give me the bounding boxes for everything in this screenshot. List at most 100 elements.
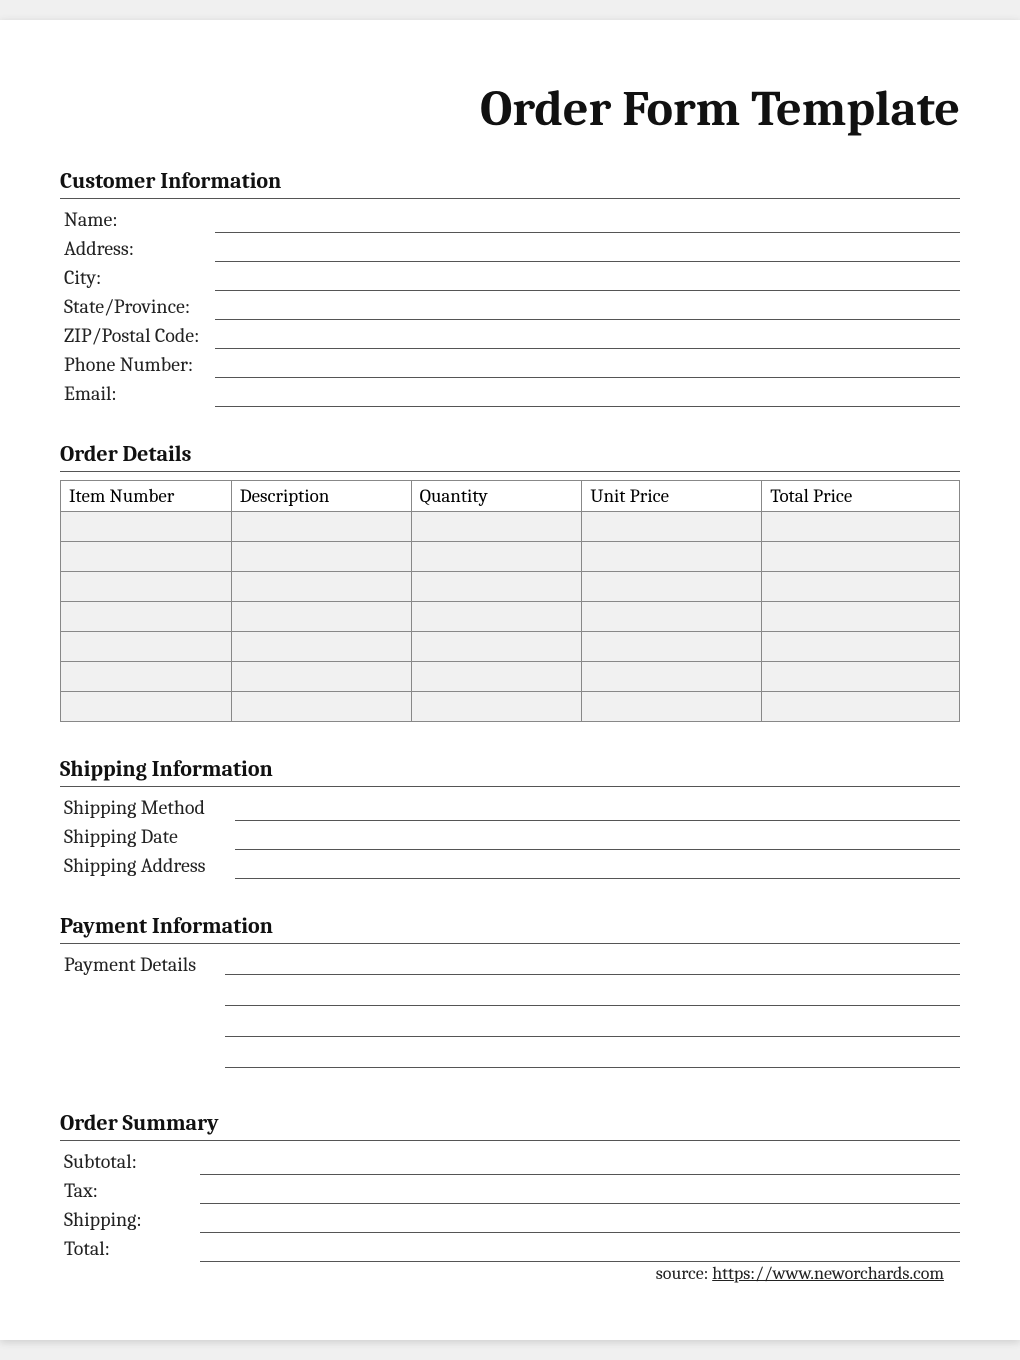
cell[interactable] xyxy=(762,542,960,572)
col-item-number: Item Number xyxy=(61,481,232,512)
page-title: Order Form Template xyxy=(60,80,960,138)
order-details-heading: Order Details xyxy=(60,441,960,472)
col-total-price: Total Price xyxy=(762,481,960,512)
cell[interactable] xyxy=(582,632,762,662)
cell[interactable] xyxy=(411,512,582,542)
shipping-address-label: Shipping Address xyxy=(60,853,235,879)
cell[interactable] xyxy=(231,662,411,692)
cell[interactable] xyxy=(61,542,232,572)
shipping-address-row: Shipping Address xyxy=(60,853,960,879)
shipping-info-heading: Shipping Information xyxy=(60,756,960,787)
shipping-cost-row: Shipping: xyxy=(60,1207,960,1233)
cell[interactable] xyxy=(582,662,762,692)
zip-input[interactable] xyxy=(215,325,960,349)
cell[interactable] xyxy=(762,662,960,692)
subtotal-label: Subtotal: xyxy=(60,1149,200,1175)
payment-info-heading: Payment Information xyxy=(60,913,960,944)
cell[interactable] xyxy=(231,632,411,662)
cell[interactable] xyxy=(582,692,762,722)
cell[interactable] xyxy=(411,692,582,722)
cell[interactable] xyxy=(762,632,960,662)
shipping-method-input[interactable] xyxy=(235,797,960,821)
email-label: Email: xyxy=(60,381,215,407)
order-table-body xyxy=(61,512,960,722)
total-label: Total: xyxy=(60,1236,200,1262)
address-row: Address: xyxy=(60,236,960,262)
cell[interactable] xyxy=(411,602,582,632)
source-link[interactable]: https://www.neworchards.com xyxy=(712,1263,944,1284)
shipping-date-input[interactable] xyxy=(235,826,960,850)
payment-line-2[interactable] xyxy=(225,983,960,1006)
name-label: Name: xyxy=(60,207,215,233)
shipping-method-row: Shipping Method xyxy=(60,795,960,821)
order-details-section: Order Details Item Number Description Qu… xyxy=(60,441,960,722)
cell[interactable] xyxy=(61,632,232,662)
table-row xyxy=(61,512,960,542)
col-quantity: Quantity xyxy=(411,481,582,512)
cell[interactable] xyxy=(61,602,232,632)
cell[interactable] xyxy=(231,542,411,572)
state-input[interactable] xyxy=(215,296,960,320)
city-label: City: xyxy=(60,265,215,291)
order-summary-heading: Order Summary xyxy=(60,1110,960,1141)
cell[interactable] xyxy=(61,692,232,722)
phone-input[interactable] xyxy=(215,354,960,378)
cell[interactable] xyxy=(231,512,411,542)
city-input[interactable] xyxy=(215,267,960,291)
cell[interactable] xyxy=(231,602,411,632)
name-input[interactable] xyxy=(215,209,960,233)
payment-details-row: Payment Details xyxy=(60,952,960,1076)
table-row xyxy=(61,692,960,722)
payment-line-3[interactable] xyxy=(225,1014,960,1037)
city-row: City: xyxy=(60,265,960,291)
shipping-info-section: Shipping Information Shipping Method Shi… xyxy=(60,756,960,879)
source-prefix: source: xyxy=(656,1263,712,1284)
cell[interactable] xyxy=(61,572,232,602)
phone-row: Phone Number: xyxy=(60,352,960,378)
state-row: State/Province: xyxy=(60,294,960,320)
subtotal-input[interactable] xyxy=(200,1151,960,1175)
address-input[interactable] xyxy=(215,238,960,262)
cell[interactable] xyxy=(61,662,232,692)
state-label: State/Province: xyxy=(60,294,215,320)
cell[interactable] xyxy=(411,662,582,692)
shipping-method-label: Shipping Method xyxy=(60,795,235,821)
tax-label: Tax: xyxy=(60,1178,200,1204)
order-table-header-row: Item Number Description Quantity Unit Pr… xyxy=(61,481,960,512)
shipping-address-input[interactable] xyxy=(235,855,960,879)
cell[interactable] xyxy=(582,602,762,632)
tax-row: Tax: xyxy=(60,1178,960,1204)
source-line: source: https://www.neworchards.com xyxy=(656,1263,944,1284)
customer-info-section: Customer Information Name: Address: City… xyxy=(60,168,960,407)
payment-line-4[interactable] xyxy=(225,1045,960,1068)
cell[interactable] xyxy=(411,572,582,602)
email-row: Email: xyxy=(60,381,960,407)
cell[interactable] xyxy=(762,602,960,632)
order-table: Item Number Description Quantity Unit Pr… xyxy=(60,480,960,722)
table-row xyxy=(61,632,960,662)
table-row xyxy=(61,602,960,632)
cell[interactable] xyxy=(582,542,762,572)
cell[interactable] xyxy=(582,572,762,602)
email-input[interactable] xyxy=(215,383,960,407)
cell[interactable] xyxy=(231,692,411,722)
shipping-cost-input[interactable] xyxy=(200,1209,960,1233)
total-row: Total: xyxy=(60,1236,960,1262)
table-row xyxy=(61,542,960,572)
order-summary-section: Order Summary Subtotal: Tax: Shipping: T… xyxy=(60,1110,960,1262)
shipping-date-label: Shipping Date xyxy=(60,824,235,850)
cell[interactable] xyxy=(582,512,762,542)
address-label: Address: xyxy=(60,236,215,262)
cell[interactable] xyxy=(61,512,232,542)
cell[interactable] xyxy=(762,572,960,602)
cell[interactable] xyxy=(762,692,960,722)
cell[interactable] xyxy=(231,572,411,602)
tax-input[interactable] xyxy=(200,1180,960,1204)
table-row xyxy=(61,662,960,692)
cell[interactable] xyxy=(762,512,960,542)
cell[interactable] xyxy=(411,632,582,662)
total-input[interactable] xyxy=(200,1238,960,1262)
zip-row: ZIP/Postal Code: xyxy=(60,323,960,349)
payment-line-1[interactable] xyxy=(225,952,960,975)
cell[interactable] xyxy=(411,542,582,572)
